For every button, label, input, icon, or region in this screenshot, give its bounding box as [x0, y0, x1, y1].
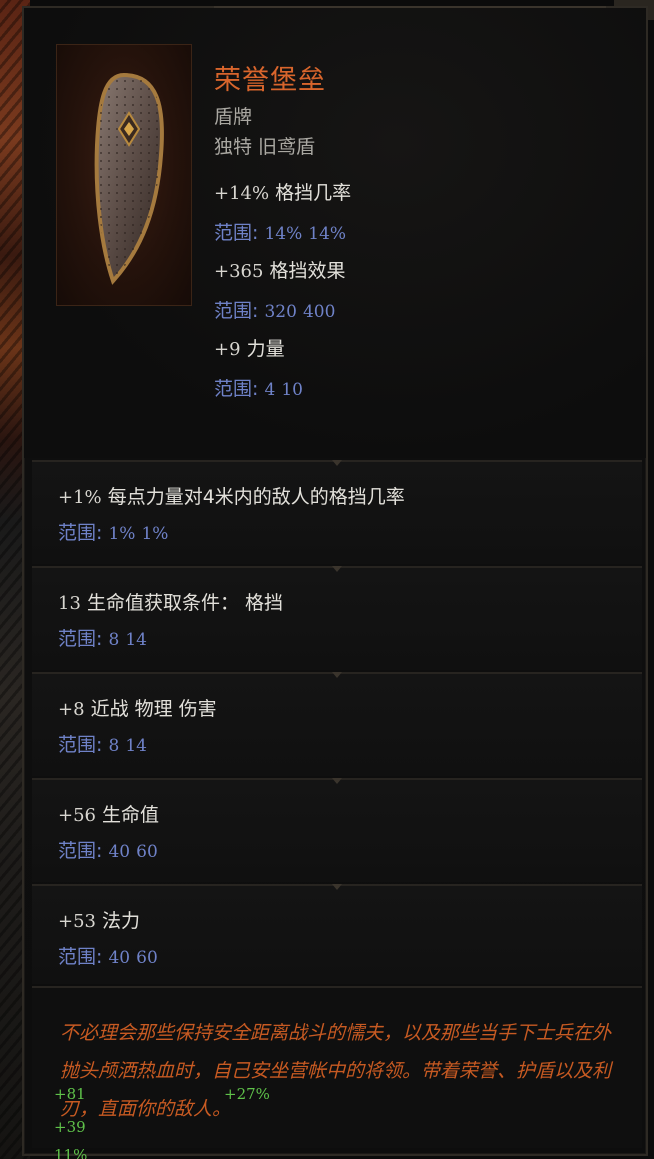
item-tooltip: 荣誉堡垒 盾牌 独特 旧鸢盾 +14% 格挡几率 范围: 14% 14% +36… [22, 6, 648, 1156]
stat-value: +365 [214, 261, 264, 282]
implicit-range: 范围: 4 10 [214, 374, 303, 401]
range-label: 范围: [58, 628, 103, 650]
implicit-stat: +365 格挡效果 [214, 256, 346, 283]
affix-stat: 13 生命值获取条件： 格挡 [58, 588, 283, 615]
overlay-stat: +39 [54, 1118, 86, 1136]
range-max: 14 [125, 630, 147, 650]
range-min: 14% [264, 224, 303, 244]
range-label: 范围: [58, 522, 103, 544]
range-label: 范围: [214, 222, 259, 244]
overlay-stat: +81 [54, 1085, 86, 1103]
overlay-stat: 11% [54, 1146, 88, 1159]
affix-row: +56 生命值 范围: 40 60 [32, 778, 642, 882]
range-label: 范围: [58, 946, 103, 968]
range-label: 范围: [58, 840, 103, 862]
item-name: 荣誉堡垒 [214, 65, 326, 96]
stat-value: +9 [214, 339, 241, 360]
affix-stat: +56 生命值 [58, 800, 159, 827]
implicit-range: 范围: 14% 14% [214, 218, 346, 245]
range-label: 范围: [58, 734, 103, 756]
tooltip-header: 荣誉堡垒 盾牌 独特 旧鸢盾 +14% 格挡几率 范围: 14% 14% +36… [24, 8, 646, 458]
range-min: 4 [264, 380, 276, 400]
range-max: 14% [308, 224, 347, 244]
stat-value: +53 [58, 911, 96, 932]
implicit-range: 范围: 320 400 [214, 296, 335, 323]
range-max: 14 [125, 736, 147, 756]
affix-stat: +1% 每点力量对4米内的敌人的格挡几率 [58, 482, 405, 509]
item-type: 盾牌 [214, 106, 253, 128]
stat-label: 法力 [102, 910, 141, 932]
stat-label: 力量 [246, 338, 285, 360]
lore-section: 不必理会那些保持安全距离战斗的懦夫，以及那些当手下士兵在外抛头颅洒热血时，自己安… [32, 986, 642, 1148]
range-min: 40 [108, 842, 131, 862]
affix-stat: +53 法力 [58, 906, 140, 933]
range-label: 范围: [214, 300, 259, 322]
stat-label: 格挡几率 [275, 182, 352, 204]
range-min: 8 [108, 736, 120, 756]
range-label: 范围: [214, 378, 259, 400]
range-max: 10 [281, 380, 303, 400]
range-max: 400 [302, 302, 336, 322]
stat-value: +14% [214, 183, 270, 204]
range-max: 1% [141, 524, 169, 544]
stat-label: 格挡效果 [269, 260, 346, 282]
range-min: 320 [264, 302, 297, 322]
stat-label: 生命值 [102, 804, 160, 826]
stat-value: +1% [58, 487, 102, 508]
implicit-stat: +14% 格挡几率 [214, 178, 351, 205]
affix-row: 13 生命值获取条件： 格挡 范围: 8 14 [32, 566, 642, 670]
lore-text: 不必理会那些保持安全距离战斗的懦夫，以及那些当手下士兵在外抛头颅洒热血时，自己安… [60, 1022, 612, 1120]
range-min: 40 [108, 948, 131, 968]
affix-row: +8 近战 物理 伤害 范围: 8 14 [32, 672, 642, 776]
affix-range: 范围: 40 60 [58, 836, 158, 863]
range-max: 60 [136, 842, 158, 862]
affix-row: +1% 每点力量对4米内的敌人的格挡几率 范围: 1% 1% [32, 460, 642, 564]
overlay-stat: +27% [224, 1085, 270, 1103]
range-min: 8 [108, 630, 120, 650]
range-min: 1% [108, 524, 136, 544]
affix-row: +53 法力 范围: 40 60 [32, 884, 642, 984]
affix-range: 范围: 1% 1% [58, 518, 168, 545]
kite-shield-icon [94, 72, 164, 285]
affix-range: 范围: 8 14 [58, 730, 147, 757]
affix-stat: +8 近战 物理 伤害 [58, 694, 217, 721]
stat-label: 生命值获取条件： 格挡 [86, 592, 283, 614]
item-subtype: 独特 旧鸢盾 [214, 136, 316, 158]
affix-range: 范围: 40 60 [58, 942, 158, 969]
item-portrait [56, 44, 192, 306]
affix-range: 范围: 8 14 [58, 624, 147, 651]
range-max: 60 [136, 948, 158, 968]
stat-label: 每点力量对4米内的敌人的格挡几率 [107, 486, 405, 508]
stat-label: 近战 物理 伤害 [90, 698, 217, 720]
stat-value: +8 [58, 699, 85, 720]
stat-value: +56 [58, 805, 96, 826]
stat-value: 13 [58, 593, 81, 614]
implicit-stat: +9 力量 [214, 334, 285, 361]
